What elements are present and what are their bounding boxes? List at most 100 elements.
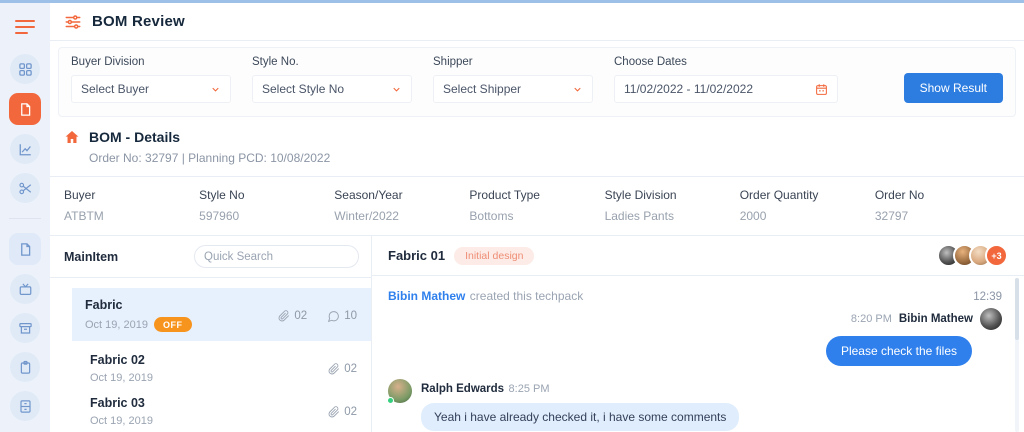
sidebar-divider	[9, 218, 41, 219]
attachment-count-value: 02	[344, 406, 357, 418]
main-area: BOM Review Buyer Division Select Buyer S…	[50, 3, 1024, 432]
attr-label: Product Type	[469, 188, 604, 202]
chat-scrollbar-thumb[interactable]	[1015, 278, 1019, 340]
shipper-value: Select Shipper	[443, 82, 572, 96]
item-name: Fabric 02	[90, 353, 153, 367]
participants-avatar-stack[interactable]: +3	[944, 244, 1008, 267]
sidebar	[0, 3, 50, 432]
line-chart-icon	[18, 142, 33, 157]
sidebar-item-media[interactable]	[10, 274, 40, 304]
archive-box-icon	[18, 321, 33, 336]
attachment-count[interactable]: 02	[278, 300, 307, 332]
quick-search-input[interactable]	[204, 251, 358, 263]
list-item-fabric-02[interactable]: Fabric 02 Oct 19, 2019 02	[90, 353, 357, 384]
filter-bar: Buyer Division Select Buyer Style No. Se…	[58, 47, 1016, 117]
comment-icon	[327, 310, 340, 323]
attr-label: Style Division	[605, 188, 740, 202]
app-container: BOM Review Buyer Division Select Buyer S…	[0, 3, 1024, 432]
main-item-panel: MainItem Fabric Oct 19, 2019	[50, 236, 372, 432]
attachment-count[interactable]: 02	[328, 396, 357, 427]
chat-timestamp: 12:39	[973, 291, 1002, 303]
comment-count[interactable]: 10	[327, 300, 357, 332]
item-name: Fabric 03	[90, 396, 153, 410]
page-header: BOM Review	[50, 3, 1024, 41]
attr-value: Winter/2022	[334, 209, 469, 223]
more-participants-badge[interactable]: +3	[985, 244, 1008, 267]
message-author: Bibin Mathew	[899, 313, 973, 325]
attr-label: Order Quantity	[740, 188, 875, 202]
quick-search[interactable]	[194, 245, 359, 268]
paperclip-icon	[328, 406, 340, 418]
attr-value: Bottoms	[469, 209, 604, 223]
chat-panel: Fabric 01 Initial design +3 Bibin Mathew…	[372, 236, 1024, 432]
item-date: Oct 19, 2019	[90, 415, 153, 427]
style-no-label: Style No.	[252, 56, 412, 68]
attachment-count-value: 02	[344, 363, 357, 375]
chat-body: Bibin Mathew created this techpack 12:39…	[372, 276, 1024, 432]
system-message-author[interactable]: Bibin Mathew	[388, 289, 465, 303]
sidebar-item-storage[interactable]	[10, 391, 40, 421]
message-time: 8:25 PM	[509, 383, 550, 395]
date-range-value: 11/02/2022 - 11/02/2022	[624, 82, 815, 96]
dashboard-grid-icon	[18, 62, 33, 77]
attr-label: Style No	[199, 188, 334, 202]
attr-label: Buyer	[64, 188, 199, 202]
date-range-input[interactable]: 11/02/2022 - 11/02/2022	[614, 75, 838, 103]
attachment-count-value: 02	[294, 310, 307, 322]
tv-icon	[18, 282, 33, 297]
attr-label: Season/Year	[334, 188, 469, 202]
sidebar-item-bom-documents[interactable]	[9, 93, 41, 125]
attr-style-no: Style No 597960	[199, 188, 334, 223]
workspace: MainItem Fabric Oct 19, 2019	[50, 236, 1024, 432]
message-time: 8:20 PM	[851, 313, 892, 325]
main-item-title: MainItem	[64, 250, 118, 264]
list-item-fabric-03[interactable]: Fabric 03 Oct 19, 2019 02	[90, 396, 357, 427]
sidebar-item-files[interactable]	[9, 233, 41, 265]
style-no-select[interactable]: Select Style No	[252, 75, 412, 103]
buyer-division-value: Select Buyer	[81, 82, 210, 96]
menu-icon[interactable]	[15, 16, 35, 38]
avatar[interactable]	[388, 379, 412, 403]
chevron-down-icon	[391, 84, 402, 95]
system-message: Bibin Mathew created this techpack 12:39	[388, 287, 1002, 305]
bom-details-header: BOM - Details Order No: 32797 | Planning…	[50, 117, 1024, 177]
sidebar-item-analytics[interactable]	[10, 134, 40, 164]
chevron-down-icon	[210, 84, 221, 95]
chat-scrollbar[interactable]	[1015, 278, 1019, 432]
shipper-select[interactable]: Select Shipper	[433, 75, 593, 103]
attr-season-year: Season/Year Winter/2022	[334, 188, 469, 223]
sidebar-item-tasks[interactable]	[10, 352, 40, 382]
attr-label: Order No	[875, 188, 1010, 202]
online-status-dot	[387, 397, 394, 404]
sidebar-item-cutting[interactable]	[10, 173, 40, 203]
attr-order-no: Order No 32797	[875, 188, 1010, 223]
chevron-down-icon	[572, 84, 583, 95]
order-attributes-row: Buyer ATBTM Style No 597960 Season/Year …	[50, 177, 1024, 236]
filter-style-no: Style No. Select Style No	[252, 56, 412, 103]
shipper-label: Shipper	[433, 56, 593, 68]
attr-order-quantity: Order Quantity 2000	[740, 188, 875, 223]
attr-value: Ladies Pants	[605, 209, 740, 223]
home-icon	[64, 129, 80, 145]
document-icon	[18, 102, 33, 117]
filter-dates: Choose Dates 11/02/2022 - 11/02/2022	[614, 56, 838, 103]
buyer-division-label: Buyer Division	[71, 56, 231, 68]
sidebar-item-archive[interactable]	[10, 313, 40, 343]
style-no-value: Select Style No	[262, 82, 391, 96]
message-outgoing: 8:20 PM Bibin Mathew Please check the fi…	[388, 308, 1002, 366]
show-result-button[interactable]: Show Result	[904, 73, 1003, 103]
attachment-count[interactable]: 02	[328, 353, 357, 384]
attr-value: 32797	[875, 209, 1010, 223]
buyer-division-select[interactable]: Select Buyer	[71, 75, 231, 103]
sliders-icon	[64, 13, 82, 31]
bom-details-title: BOM - Details	[89, 129, 180, 145]
attr-buyer: Buyer ATBTM	[64, 188, 199, 223]
paperclip-icon	[328, 363, 340, 375]
item-name: Fabric	[85, 298, 192, 312]
list-item-fabric-selected[interactable]: Fabric Oct 19, 2019 OFF 02	[72, 288, 371, 341]
comment-count-value: 10	[344, 310, 357, 322]
avatar[interactable]	[980, 308, 1002, 330]
sidebar-item-dashboard[interactable]	[10, 54, 40, 84]
drawer-cabinet-icon	[18, 399, 33, 414]
filter-shipper: Shipper Select Shipper	[433, 56, 593, 103]
